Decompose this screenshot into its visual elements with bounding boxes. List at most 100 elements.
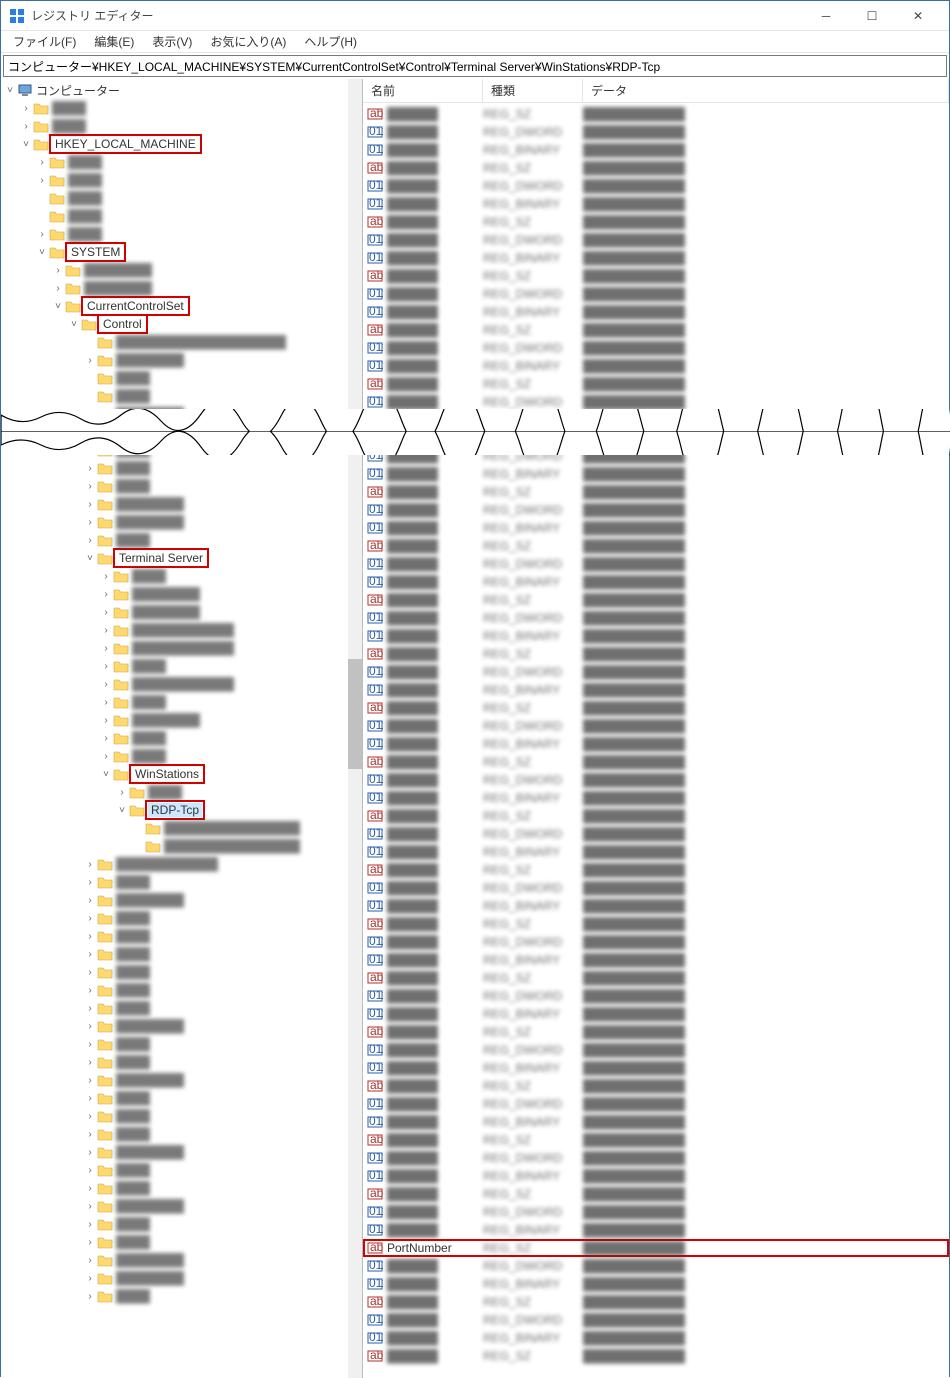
expand-arrow[interactable]: ˅ — [115, 805, 129, 816]
expand-arrow[interactable]: › — [83, 1237, 97, 1248]
value-row[interactable]: 011██████REG_DWORD████████████ — [363, 663, 949, 681]
value-row[interactable]: ab██████REG_SZ████████████ — [363, 699, 949, 717]
value-row[interactable]: 011██████REG_DWORD████████████ — [363, 987, 949, 1005]
tree-item[interactable]: ████████████████ — [3, 837, 362, 855]
value-row[interactable]: ab██████REG_SZ████████████ — [363, 321, 949, 339]
expand-arrow[interactable]: › — [83, 517, 97, 528]
expand-arrow[interactable]: › — [83, 1165, 97, 1176]
expand-arrow[interactable]: › — [83, 931, 97, 942]
expand-arrow[interactable]: ˅ — [99, 769, 113, 780]
tree-item[interactable]: ›████ — [3, 1035, 362, 1053]
expand-arrow[interactable]: ˅ — [83, 553, 97, 564]
tree-item[interactable]: ›████████ — [3, 603, 362, 621]
col-data[interactable]: データ — [583, 79, 949, 103]
expand-arrow[interactable]: › — [83, 967, 97, 978]
value-row[interactable]: 011██████REG_BINARY████████████ — [363, 195, 949, 213]
tree-item[interactable]: ›████ — [3, 999, 362, 1017]
value-row[interactable]: 011██████REG_BINARY████████████ — [363, 1005, 949, 1023]
tree-item[interactable]: ›████████ — [3, 1143, 362, 1161]
expand-arrow[interactable]: › — [35, 175, 49, 186]
value-row[interactable]: 011██████REG_BINARY████████████ — [363, 1329, 949, 1347]
value-row[interactable]: 011██████REG_DWORD████████████ — [363, 717, 949, 735]
expand-arrow[interactable]: ˅ — [35, 247, 49, 258]
expand-arrow[interactable]: › — [83, 1075, 97, 1086]
expand-arrow[interactable]: ˅ — [3, 85, 17, 96]
value-row[interactable]: ab██████REG_SZ████████████ — [363, 753, 949, 771]
value-row[interactable]: ab██████REG_SZ████████████ — [363, 483, 949, 501]
expand-arrow[interactable]: › — [83, 1021, 97, 1032]
expand-arrow[interactable]: ˅ — [67, 319, 81, 330]
value-row[interactable]: 011██████REG_DWORD████████████ — [363, 177, 949, 195]
tree-item[interactable]: ›████████ — [3, 891, 362, 909]
value-row[interactable]: 011██████REG_BINARY████████████ — [363, 357, 949, 375]
tree-item[interactable]: ›████ — [3, 1287, 362, 1305]
value-row[interactable]: ab██████REG_SZ████████████ — [363, 1347, 949, 1365]
tree-item[interactable]: ›████████ — [3, 351, 362, 369]
expand-arrow[interactable]: › — [83, 1111, 97, 1122]
expand-arrow[interactable]: › — [99, 643, 113, 654]
tree-item[interactable]: ›████████ — [3, 711, 362, 729]
value-row[interactable]: 011██████REG_DWORD████████████ — [363, 231, 949, 249]
menu-file[interactable]: ファイル(F) — [5, 31, 84, 52]
menu-view[interactable]: 表示(V) — [144, 31, 200, 52]
value-row[interactable]: ab██████REG_SZ████████████ — [363, 1023, 949, 1041]
expand-arrow[interactable]: › — [99, 751, 113, 762]
expand-arrow[interactable]: › — [35, 229, 49, 240]
value-row[interactable]: ab██████REG_SZ████████████ — [363, 213, 949, 231]
tree-hklm[interactable]: ˅HKEY_LOCAL_MACHINE — [3, 135, 362, 153]
tree-item[interactable]: ›████ — [3, 873, 362, 891]
expand-arrow[interactable]: › — [83, 985, 97, 996]
expand-arrow[interactable]: › — [19, 103, 33, 114]
value-row[interactable]: 011██████REG_DWORD████████████ — [363, 1203, 949, 1221]
menu-help[interactable]: ヘルプ(H) — [296, 31, 365, 52]
menu-favorites[interactable]: お気に入り(A) — [202, 31, 294, 52]
value-row[interactable]: 011██████REG_BINARY████████████ — [363, 897, 949, 915]
tree-item[interactable]: ›████████ — [3, 1071, 362, 1089]
tree-item[interactable]: ›████ — [3, 459, 362, 477]
value-row[interactable]: 011██████REG_DWORD████████████ — [363, 1257, 949, 1275]
tree-item[interactable]: ████████████████████ — [3, 333, 362, 351]
value-row[interactable]: ab██████REG_SZ████████████ — [363, 1185, 949, 1203]
value-row[interactable]: ab██████REG_SZ████████████ — [363, 267, 949, 285]
tree-item[interactable]: ›████████████ — [3, 855, 362, 873]
value-row[interactable]: 011██████REG_DWORD████████████ — [363, 555, 949, 573]
expand-arrow[interactable]: › — [83, 1273, 97, 1284]
tree-system[interactable]: ˅SYSTEM — [3, 243, 362, 261]
tree-item[interactable]: ›████████████ — [3, 639, 362, 657]
tree-item[interactable]: ›████████ — [3, 513, 362, 531]
value-list[interactable]: ab██████REG_SZ████████████011██████REG_D… — [363, 103, 949, 1367]
tree-item[interactable]: ████ — [3, 207, 362, 225]
value-row[interactable]: 011██████REG_DWORD████████████ — [363, 1149, 949, 1167]
value-row[interactable]: ab██████REG_SZ████████████ — [363, 105, 949, 123]
expand-arrow[interactable]: › — [83, 355, 97, 366]
tree-item[interactable]: ›████ — [3, 153, 362, 171]
tree-item[interactable]: ›████ — [3, 747, 362, 765]
value-row[interactable]: 011██████REG_BINARY████████████ — [363, 951, 949, 969]
value-row[interactable]: 011██████REG_BINARY████████████ — [363, 249, 949, 267]
tree-item[interactable]: ›████ — [3, 927, 362, 945]
expand-arrow[interactable]: › — [83, 1129, 97, 1140]
tree-item[interactable]: ›████ — [3, 225, 362, 243]
value-row[interactable]: ab██████REG_SZ████████████ — [363, 969, 949, 987]
close-button[interactable]: ✕ — [895, 1, 941, 31]
tree-item[interactable]: ›████ — [3, 99, 362, 117]
tree-item[interactable]: ›████████████ — [3, 621, 362, 639]
tree-terminal-server[interactable]: ˅Terminal Server — [3, 549, 362, 567]
expand-arrow[interactable]: › — [83, 1147, 97, 1158]
value-row[interactable]: 011██████REG_DWORD████████████ — [363, 123, 949, 141]
value-row[interactable]: 011██████REG_BINARY████████████ — [363, 141, 949, 159]
tree-scrollbar[interactable] — [348, 79, 362, 1378]
expand-arrow[interactable]: › — [99, 589, 113, 600]
value-row[interactable]: 011██████REG_BINARY████████████ — [363, 1113, 949, 1131]
expand-arrow[interactable]: › — [83, 913, 97, 924]
minimize-button[interactable]: ─ — [803, 1, 849, 31]
tree-control[interactable]: ˅Control — [3, 315, 362, 333]
expand-arrow[interactable]: › — [19, 121, 33, 132]
col-name[interactable]: 名前 — [363, 79, 483, 103]
tree-winstations[interactable]: ˅WinStations — [3, 765, 362, 783]
expand-arrow[interactable]: › — [99, 607, 113, 618]
value-row[interactable]: ab██████REG_SZ████████████ — [363, 915, 949, 933]
value-row[interactable]: 011██████REG_BINARY████████████ — [363, 573, 949, 591]
value-row[interactable]: ab██████REG_SZ████████████ — [363, 861, 949, 879]
value-row[interactable]: 011██████REG_DWORD████████████ — [363, 1311, 949, 1329]
